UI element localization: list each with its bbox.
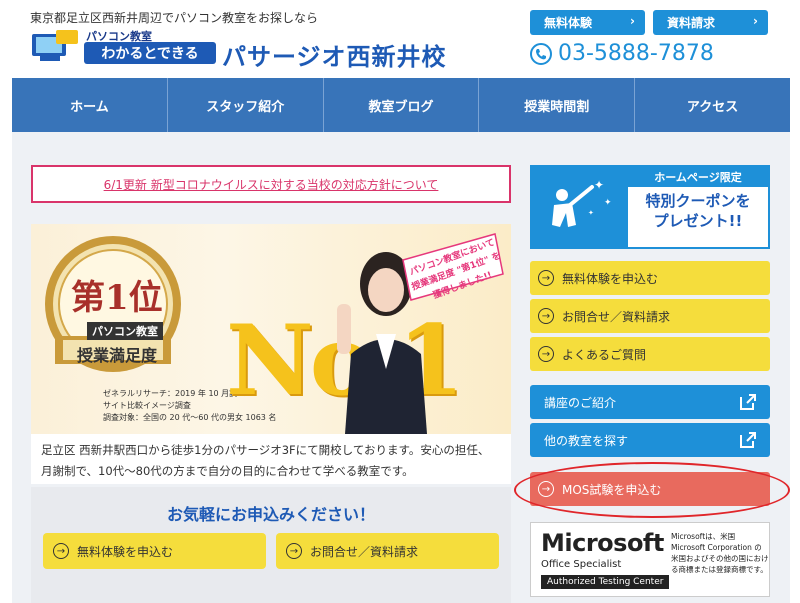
apply-section: お気軽にお申込みください！ → 無料体験を申込む → お問合せ／資料請求: [31, 487, 511, 603]
microsoft-sub: Office Specialist: [541, 559, 622, 570]
sidebar-inquiry-label: お問合せ／資料請求: [562, 309, 671, 324]
hero-banner: 第1位 パソコン教室 授業満足度 ゼネラルリサーチ：2019 年 10 月調べ …: [31, 224, 511, 434]
external-link-icon: [740, 394, 756, 410]
chevron-right-icon: ›: [753, 14, 758, 28]
description-line-1: 足立区 西新井駅西口から徒歩1分のパサージオ3Fにて開校しております。安心の担任…: [41, 443, 490, 457]
school-name[interactable]: パサージオ西新井校: [222, 37, 447, 72]
sidebar-inquiry-button[interactable]: → お問合せ／資料請求: [530, 299, 770, 333]
nav-staff[interactable]: スタッフ紹介: [168, 78, 324, 132]
arrow-right-circle-icon: →: [538, 308, 554, 324]
arrow-right-circle-icon: →: [53, 543, 69, 559]
svg-text:✦: ✦: [604, 198, 612, 208]
apply-title: お気軽にお申込みください！: [166, 505, 375, 524]
apply-trial-label: 無料体験を申込む: [77, 544, 174, 559]
apply-inquiry-button[interactable]: → お問合せ／資料請求: [276, 533, 499, 569]
logo-main[interactable]: わかるとできる: [84, 42, 216, 64]
microsoft-testing-center-badge[interactable]: Microsoft Office Specialist Authorized T…: [530, 522, 770, 597]
rank-sub: パソコン教室: [87, 322, 163, 340]
coupon-body-line-1: 特別クーポンを: [645, 192, 751, 210]
rank-big: 第1位: [71, 278, 163, 318]
microsoft-logo: Microsoft: [541, 529, 664, 557]
sidebar-trial-button[interactable]: → 無料体験を申込む: [530, 261, 770, 295]
coupon-head: ホームページ限定: [628, 167, 768, 187]
sidebar-trial-label: 無料体験を申込む: [562, 271, 659, 286]
nav-access[interactable]: アクセス: [635, 78, 790, 132]
svg-text:✦: ✦: [594, 178, 604, 192]
phone-icon: [530, 42, 552, 65]
celebration-figure-icon: ✦ ✦ ✦: [532, 167, 628, 247]
microsoft-atc: Authorized Testing Center: [541, 575, 670, 589]
microsoft-trademark-note: Microsoftは、米国 Microsoft Corporation の米国お…: [671, 532, 769, 574]
arrow-right-circle-icon: →: [538, 346, 554, 362]
header-trial-label: 無料体験: [544, 16, 593, 30]
site-header: 東京都足立区西新井周辺でパソコン教室をお探しなら パソコン教室 わかるとできる …: [0, 0, 800, 78]
mos-highlight-circle: [514, 462, 790, 518]
nav-blog[interactable]: 教室ブログ: [324, 78, 480, 132]
arrow-right-circle-icon: →: [286, 543, 302, 559]
coupon-body-line-2: プレゼント!!: [653, 212, 743, 230]
header-docs-label: 資料請求: [667, 16, 716, 30]
computer-logo-icon[interactable]: [30, 28, 82, 64]
external-link-icon: [740, 432, 756, 448]
svg-text:✦: ✦: [588, 209, 594, 217]
sidebar-other-schools-label: 他の教室を探す: [544, 433, 629, 448]
sidebar-faq-label: よくあるご質問: [562, 347, 647, 362]
coupon-body: 特別クーポンを プレゼント!!: [628, 191, 768, 231]
nav-schedule[interactable]: 授業時間割: [479, 78, 636, 132]
arrow-right-circle-icon: →: [538, 270, 554, 286]
phone-text: 03-5888-7878: [558, 41, 714, 66]
nav-home[interactable]: ホーム: [12, 78, 168, 132]
school-description: 足立区 西新井駅西口から徒歩1分のパサージオ3Fにて開校しております。安心の担任…: [31, 434, 511, 484]
apply-trial-button[interactable]: → 無料体験を申込む: [43, 533, 266, 569]
rank-title: 授業満足度: [77, 346, 158, 365]
tagline: 東京都足立区西新井周辺でパソコン教室をお探しなら: [30, 11, 319, 25]
header-docs-button[interactable]: 資料請求 ›: [653, 10, 768, 35]
main-nav: ホーム スタッフ紹介 教室ブログ 授業時間割 アクセス: [12, 78, 790, 132]
chevron-right-icon: ›: [630, 14, 635, 28]
apply-inquiry-label: お問合せ／資料請求: [310, 544, 419, 559]
covid-notice-link[interactable]: 6/1更新 新型コロナウイルスに対する当校の対応方針について: [31, 165, 511, 203]
sidebar-courses-button[interactable]: 講座のご紹介: [530, 385, 770, 419]
header-trial-button[interactable]: 無料体験 ›: [530, 10, 645, 35]
coupon-banner[interactable]: ✦ ✦ ✦ ホームページ限定 特別クーポンを プレゼント!!: [530, 165, 770, 249]
sidebar-other-schools-button[interactable]: 他の教室を探す: [530, 423, 770, 457]
sidebar-faq-button[interactable]: → よくあるご質問: [530, 337, 770, 371]
description-line-2: 月謝制で、10代～80代の方まで自分の目的に合わせて学べる教室です。: [41, 464, 414, 478]
sidebar-courses-label: 講座のご紹介: [544, 395, 617, 410]
phone-number[interactable]: 03-5888-7878: [530, 41, 714, 66]
